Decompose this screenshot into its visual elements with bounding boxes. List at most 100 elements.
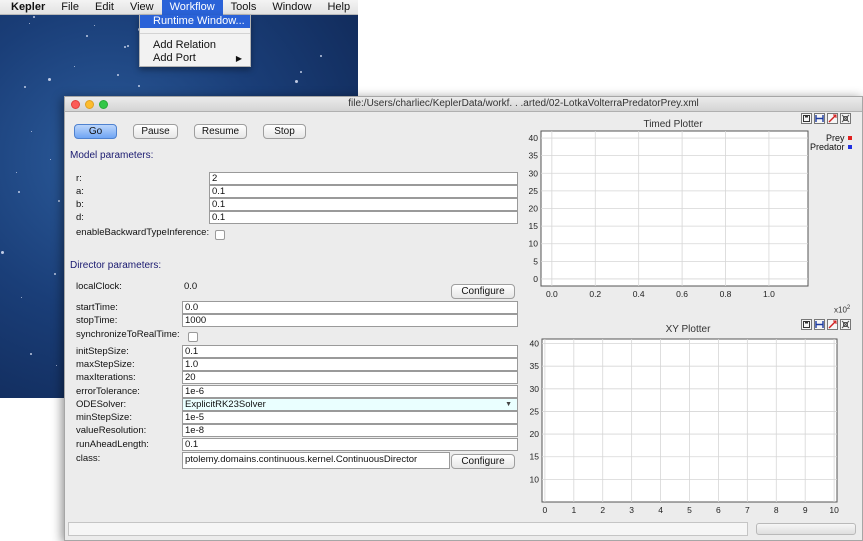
runtime-window: file:/Users/charliec/KeplerData/workf. .… xyxy=(64,96,863,541)
run-ahead-length-field[interactable]: 0.1 xyxy=(182,438,518,451)
window-titlebar[interactable]: file:/Users/charliec/KeplerData/workf. .… xyxy=(65,97,862,112)
value-resolution-label: valueResolution: xyxy=(76,425,147,436)
xy-plotter-y-tick-label: 30 xyxy=(530,384,540,394)
timed-plotter-x-tick-label: 0.2 xyxy=(589,289,601,299)
menu-item-runtime-window[interactable]: Runtime Window... xyxy=(140,15,250,28)
error-tolerance-field[interactable]: 1e-6 xyxy=(182,385,518,398)
xy-plotter-x-tick-label: 2 xyxy=(600,505,605,515)
timed-plotter-y-tick-label: 35 xyxy=(529,151,539,161)
minimize-window-button[interactable] xyxy=(85,100,94,109)
value-resolution-field[interactable]: 1e-8 xyxy=(182,424,518,437)
star-decoration xyxy=(1,251,4,254)
zoom-window-button[interactable] xyxy=(99,100,108,109)
star-decoration xyxy=(300,71,302,73)
param-field-a[interactable]: 0.1 xyxy=(209,185,518,198)
menu-view[interactable]: View xyxy=(122,0,162,15)
timed-plotter-y-tick-label: 20 xyxy=(529,204,539,214)
progress-bar xyxy=(756,523,856,535)
x-axis-exponent: x102 xyxy=(834,305,850,315)
stop-time-label: stopTime: xyxy=(76,315,118,326)
timed-plotter-legend: Prey Predator xyxy=(810,134,852,152)
format-icon[interactable] xyxy=(840,113,851,124)
menu-item-add-relation[interactable]: Add Relation xyxy=(140,39,250,52)
menu-window[interactable]: Window xyxy=(264,0,319,15)
error-tolerance-label: errorTolerance: xyxy=(76,386,140,397)
menu-item-add-port[interactable]: Add Port ▶ xyxy=(140,52,250,65)
star-decoration xyxy=(24,86,26,88)
submenu-arrow-icon: ▶ xyxy=(235,54,242,63)
timed-plotter-x-tick-label: 0.6 xyxy=(676,289,688,299)
resume-button[interactable]: Resume xyxy=(194,124,247,139)
timed-plotter-y-tick-label: 0 xyxy=(533,274,538,284)
synchronize-to-real-time-checkbox[interactable] xyxy=(188,332,198,342)
star-decoration xyxy=(117,74,119,76)
timed-plotter-y-tick-label: 40 xyxy=(529,133,539,143)
save-icon[interactable] xyxy=(801,113,812,124)
menu-help[interactable]: Help xyxy=(319,0,358,15)
xy-plotter-title: XY Plotter xyxy=(665,324,711,335)
pause-button[interactable]: Pause xyxy=(133,124,178,139)
param-field-b[interactable]: 0.1 xyxy=(209,198,518,211)
xy-plotter-x-tick-label: 7 xyxy=(745,505,750,515)
menu-workflow[interactable]: Workflow xyxy=(161,0,223,15)
max-iterations-field[interactable]: 20 xyxy=(182,371,518,384)
enable-backward-type-inference-checkbox[interactable] xyxy=(215,230,225,240)
window-title: file:/Users/charliec/KeplerData/workf. .… xyxy=(348,98,699,109)
star-decoration xyxy=(74,66,75,67)
stop-button[interactable]: Stop xyxy=(263,124,306,139)
timed-plotter-y-tick-label: 15 xyxy=(529,221,539,231)
xy-plotter-x-tick-label: 4 xyxy=(658,505,663,515)
format-icon[interactable] xyxy=(840,319,851,330)
timed-plotter-toolbar xyxy=(801,113,851,124)
star-decoration xyxy=(30,353,32,355)
model-parameters-heading: Model parameters: xyxy=(70,150,154,161)
max-step-size-field[interactable]: 1.0 xyxy=(182,358,518,371)
start-time-field[interactable]: 0.0 xyxy=(182,301,518,314)
fill-icon[interactable] xyxy=(814,319,825,330)
reset-axes-icon[interactable] xyxy=(827,319,838,330)
star-decoration xyxy=(48,78,51,81)
param-field-r[interactable]: 2 xyxy=(209,172,518,185)
class-field[interactable]: ptolemy.domains.continuous.kernel.Contin… xyxy=(182,452,450,469)
reset-axes-icon[interactable] xyxy=(827,113,838,124)
timed-plotter-y-tick-label: 30 xyxy=(529,168,539,178)
enable-backward-type-inference-label: enableBackwardTypeInference: xyxy=(76,227,210,238)
xy-plotter-x-tick-label: 10 xyxy=(829,505,839,515)
timed-plotter-x-tick-label: 0.8 xyxy=(720,289,732,299)
menu-item-add-port-label: Add Port xyxy=(153,52,196,64)
xy-plotter-x-tick-label: 0 xyxy=(543,505,548,515)
stop-time-field[interactable]: 1000 xyxy=(182,314,518,327)
timed-plotter-y-tick-label: 10 xyxy=(529,239,539,249)
fill-icon[interactable] xyxy=(814,113,825,124)
menu-file[interactable]: File xyxy=(53,0,87,15)
legend-label-predator: Predator xyxy=(810,142,845,152)
param-field-d[interactable]: 0.1 xyxy=(209,211,518,224)
max-iterations-label: maxIterations: xyxy=(76,372,136,383)
menu-edit[interactable]: Edit xyxy=(87,0,122,15)
star-decoration xyxy=(124,46,126,48)
init-step-size-field[interactable]: 0.1 xyxy=(182,345,518,358)
xy-plotter-toolbar xyxy=(801,319,851,330)
local-clock-configure-button[interactable]: Configure xyxy=(451,284,515,299)
star-decoration xyxy=(295,80,298,83)
xy-plotter-x-tick-label: 1 xyxy=(571,505,576,515)
local-clock-label: localClock: xyxy=(76,281,122,292)
star-decoration xyxy=(33,16,35,18)
min-step-size-field[interactable]: 1e-5 xyxy=(182,411,518,424)
menu-bar: Kepler File Edit View Workflow Tools Win… xyxy=(0,0,358,15)
class-configure-button[interactable]: Configure xyxy=(451,454,515,469)
timed-plotter-chart: 0 5 10 15 20 25 30 35 40 0.0 0.2 0.4 0.6 0.8 1.0 xyxy=(529,130,809,299)
save-icon[interactable] xyxy=(801,319,812,330)
x-axis-exponent-base: x10 xyxy=(834,305,847,315)
menu-app-kepler[interactable]: Kepler xyxy=(0,0,53,15)
close-window-button[interactable] xyxy=(71,100,80,109)
local-clock-value: 0.0 xyxy=(184,281,198,292)
go-button[interactable]: Go xyxy=(74,124,117,139)
ode-solver-select[interactable]: ExplicitRK23Solver ▼ xyxy=(182,398,518,411)
star-decoration xyxy=(58,200,60,202)
status-bar xyxy=(68,522,748,536)
xy-plotter-chart: 10 15 20 25 30 35 40 0 1 2 3 4 5 6 7 8 9 10 xyxy=(530,338,839,515)
start-time-label: startTime: xyxy=(76,302,118,313)
xy-plotter-y-tick-label: 35 xyxy=(530,361,540,371)
menu-tools[interactable]: Tools xyxy=(223,0,265,15)
